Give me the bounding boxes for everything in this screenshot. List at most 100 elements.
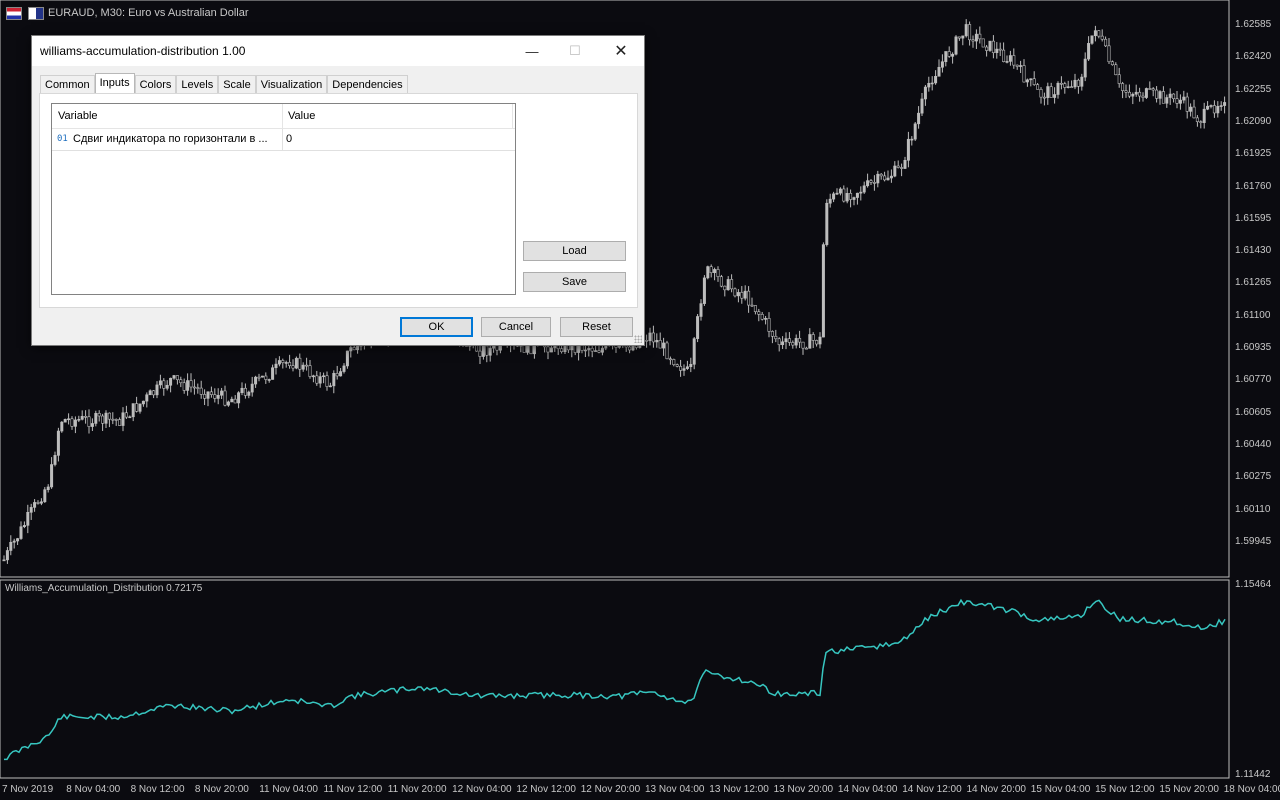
candle-body	[706, 266, 710, 279]
candle-body	[675, 364, 679, 367]
candle-body	[1025, 79, 1029, 83]
candle-body	[957, 36, 961, 39]
candle-body	[485, 345, 489, 356]
candle-body	[951, 53, 955, 57]
candle-body	[172, 375, 176, 379]
price-axis-label: 1.60605	[1235, 406, 1272, 418]
candle-body	[80, 416, 84, 420]
indicator-properties-dialog[interactable]: williams-accumulation-distribution 1.00 …	[31, 35, 645, 346]
candle-body	[67, 418, 71, 421]
candle-body	[223, 390, 227, 406]
candle-body	[46, 486, 50, 491]
candle-body	[917, 112, 921, 125]
candle-body	[1168, 93, 1172, 98]
candle-body	[339, 371, 343, 377]
candle-body	[230, 398, 234, 403]
candle-body	[1039, 89, 1043, 98]
close-button[interactable]: ✕	[598, 36, 644, 66]
candle-body	[206, 391, 210, 399]
candle-body	[1097, 30, 1101, 37]
candle-body	[1029, 78, 1033, 81]
reset-button[interactable]: Reset	[560, 317, 633, 337]
grid-header: Variable Value	[52, 104, 515, 129]
tab-visualization[interactable]: Visualization	[255, 75, 328, 95]
load-button[interactable]: Load	[523, 241, 626, 261]
candle-body	[158, 380, 162, 386]
cancel-button[interactable]: Cancel	[481, 317, 551, 337]
minimize-button[interactable]: —	[509, 36, 555, 66]
time-axis-label: 11 Nov 12:00	[323, 784, 383, 795]
candle-body	[546, 346, 550, 353]
candle-body	[798, 338, 802, 343]
ok-button[interactable]: OK	[400, 317, 473, 337]
tab-levels[interactable]: Levels	[176, 75, 219, 95]
candle-body	[954, 36, 958, 55]
column-divider[interactable]	[282, 104, 283, 128]
price-axis-label: 1.61430	[1235, 245, 1272, 257]
candle-body	[1070, 86, 1074, 88]
candle-body	[243, 387, 247, 396]
candle-body	[131, 403, 135, 418]
price-axis-label: 1.62420	[1235, 51, 1272, 63]
candle-body	[590, 347, 594, 352]
candle-body	[1121, 83, 1125, 91]
candle-body	[152, 390, 156, 396]
candle-body	[1195, 117, 1199, 122]
variable-column-header[interactable]: Variable	[58, 110, 98, 122]
candle-body	[628, 346, 632, 351]
variable-value[interactable]: 0	[286, 133, 292, 145]
candle-body	[594, 350, 598, 352]
candle-body	[699, 303, 703, 317]
candle-body	[1002, 49, 1006, 62]
time-axis-label: 12 Nov 12:00	[516, 784, 576, 795]
candle-body	[335, 373, 339, 377]
value-column-header[interactable]: Value	[288, 110, 315, 122]
candle-body	[1012, 55, 1016, 66]
price-axis-label: 1.61595	[1235, 212, 1272, 224]
candle-body	[189, 380, 193, 388]
candle-body	[209, 391, 213, 395]
candle-body	[903, 160, 907, 169]
candle-body	[481, 345, 485, 357]
dialog-titlebar[interactable]: williams-accumulation-distribution 1.00 …	[32, 36, 644, 66]
candle-body	[855, 192, 859, 198]
candle-body	[723, 285, 727, 291]
candle-body	[940, 61, 944, 68]
candle-body	[1223, 102, 1227, 106]
candle-body	[165, 384, 169, 389]
candle-body	[94, 413, 98, 424]
candle-body	[832, 193, 836, 200]
tab-inputs[interactable]: Inputs	[94, 73, 135, 95]
candle-body	[716, 269, 720, 277]
candle-body	[179, 379, 183, 384]
tab-scale[interactable]: Scale	[218, 75, 256, 95]
candle-body	[5, 550, 9, 561]
table-row[interactable]: 01 Сдвиг индикатора по горизонтали в ...…	[52, 129, 515, 151]
maximize-button[interactable]: ☐	[552, 36, 598, 66]
tab-common[interactable]: Common	[40, 75, 95, 95]
candle-body	[1022, 65, 1026, 83]
tab-colors[interactable]: Colors	[134, 75, 177, 95]
candle-body	[73, 419, 77, 427]
resize-grip[interactable]	[634, 335, 642, 343]
candle-body	[196, 387, 200, 389]
candle-body	[760, 314, 764, 320]
candle-body	[111, 418, 115, 421]
save-button[interactable]: Save	[523, 272, 626, 292]
candle-body	[97, 413, 101, 417]
candle-body	[665, 342, 669, 360]
candle-body	[662, 342, 666, 349]
candle-body	[145, 394, 149, 402]
tab-dependencies[interactable]: Dependencies	[327, 75, 408, 95]
inputs-grid[interactable]: Variable Value 01 Сдвиг индикатора по го…	[51, 103, 516, 295]
candle-body	[648, 332, 652, 342]
candle-body	[893, 165, 897, 177]
candle-body	[1107, 45, 1111, 63]
candle-body	[835, 192, 839, 195]
candle-body	[1117, 74, 1121, 84]
candle-body	[968, 24, 972, 41]
candle-body	[1063, 83, 1067, 88]
candle-body	[50, 464, 54, 488]
candle-body	[288, 362, 292, 366]
candle-body	[842, 188, 846, 202]
